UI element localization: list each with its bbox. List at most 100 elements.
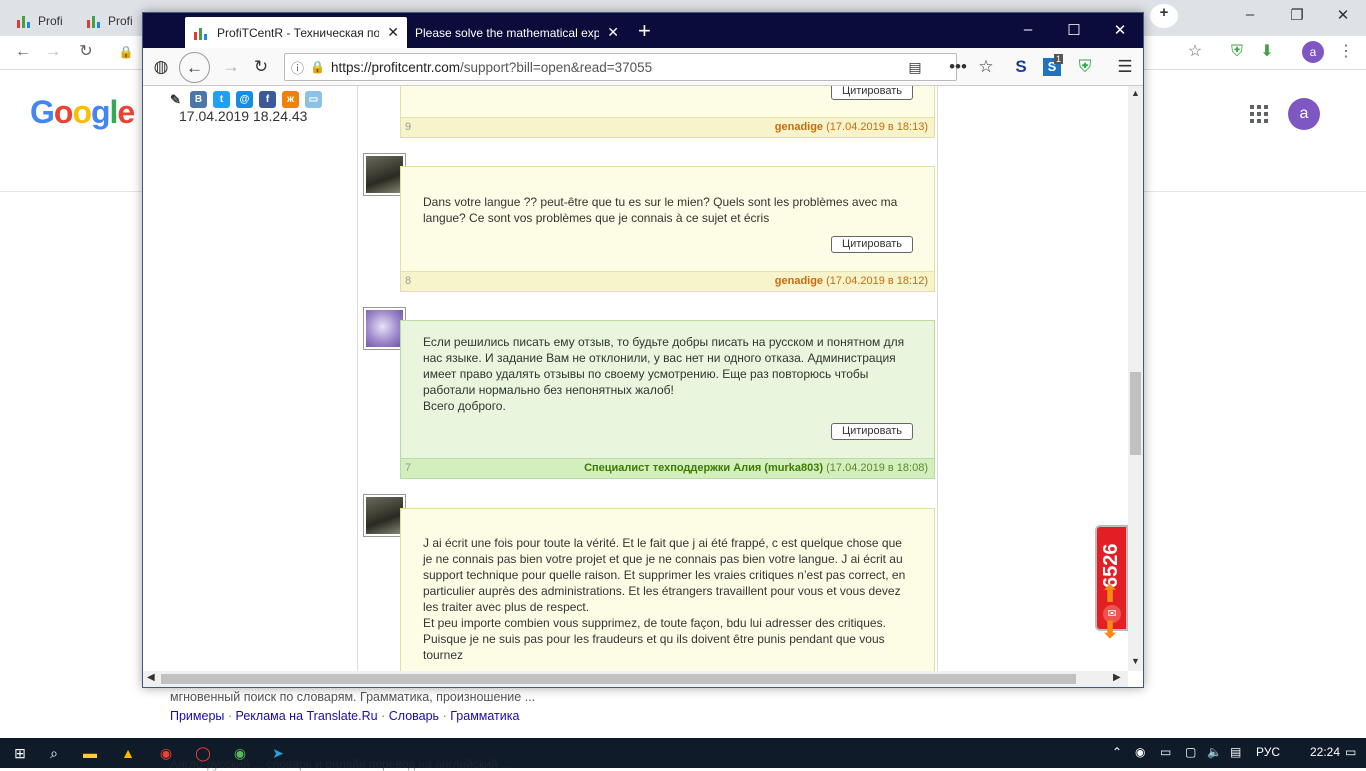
notification-flag-icon[interactable]: ▤ (1230, 745, 1241, 759)
back-button[interactable]: ← (179, 52, 210, 83)
forward-icon[interactable]: → (42, 41, 64, 63)
author-name[interactable]: Специалист техподдержки Алия (murka803) (584, 462, 823, 474)
message-date: (17.04.2019 в 18:12) (826, 275, 928, 287)
minimize-icon[interactable]: – (1240, 6, 1260, 23)
tray-app-icon[interactable]: ◉ (1135, 745, 1145, 759)
menu-icon[interactable]: ⋮ (1335, 41, 1357, 63)
sublink-ads[interactable]: Реклама на Translate.Ru (236, 709, 378, 723)
file-explorer-icon[interactable]: ▬ (80, 743, 100, 763)
shield-extension-icon[interactable]: ⛨ (1073, 55, 1097, 79)
left-column: ✎ В t @ f ж ▭ 17.04.2019 18.24.43 (143, 86, 357, 671)
sublink-separator: · (227, 709, 233, 723)
search-snippet: мгновенный поиск по словарям. Грамматика… (170, 690, 536, 704)
clock[interactable]: 22:24 (1310, 745, 1340, 759)
close-tab-icon[interactable]: ✕ (607, 24, 619, 41)
chrome-profile-avatar[interactable]: a (1302, 41, 1324, 63)
chrome-tab-label: Profi (38, 13, 63, 28)
restore-icon[interactable]: ❐ (1287, 6, 1307, 24)
url-bar[interactable]: ⓘ 🔒 https://profitcentr.com/support?bill… (284, 53, 957, 81)
message-author-line: genadige (17.04.2019 в 18:12) (775, 275, 928, 287)
download-extension-icon[interactable]: ⬇ (1256, 41, 1278, 63)
new-tab-button[interactable]: + (638, 17, 651, 45)
lock-icon: 🔒 (310, 60, 325, 74)
quote-button[interactable]: Цитировать (831, 86, 913, 100)
firefox-tabbar: ProfiTCentR - Техническая поддержка ✕ Pl… (143, 13, 1143, 48)
comment-icon[interactable]: ▭ (305, 91, 322, 108)
new-tab-button[interactable]: + (1150, 4, 1178, 28)
scroll-left-icon[interactable]: ◀ (147, 672, 155, 683)
message-number: 7 (405, 462, 412, 474)
sublink-examples[interactable]: Примеры (170, 709, 224, 723)
twitter-icon[interactable]: t (213, 91, 230, 108)
message-7: Если решились писать ему отзыв, то будьт… (400, 320, 935, 479)
scroll-right-icon[interactable]: ▶ (1113, 672, 1121, 683)
scroll-up-icon[interactable]: ▲ (1131, 88, 1140, 98)
chrome-tab-1[interactable]: Profi (8, 5, 78, 36)
google-logo[interactable]: Google (30, 94, 135, 131)
reader-view-icon[interactable]: ▤ (903, 55, 927, 79)
tray-monitor-icon[interactable]: ▢ (1185, 745, 1196, 759)
shield-extension-icon[interactable]: ⛨ (1226, 41, 1248, 63)
extension-s-icon[interactable]: S (1009, 55, 1033, 79)
tray-network-icon[interactable]: ▭ (1160, 745, 1171, 759)
forward-button[interactable]: → (219, 55, 243, 79)
odnoklassniki-icon[interactable]: ж (282, 91, 299, 108)
sublink-grammar[interactable]: Грамматика (450, 709, 519, 723)
apps-grid-icon[interactable] (1250, 105, 1268, 123)
reload-button[interactable]: ↻ (249, 55, 273, 79)
quote-button[interactable]: Цитировать (831, 236, 913, 253)
message-footer: 9 genadige (17.04.2019 в 18:13) (401, 117, 934, 137)
close-tab-icon[interactable]: ✕ (387, 24, 399, 41)
scroll-up-arrow-icon[interactable]: ⬆ (1099, 580, 1121, 609)
chrome-tab-2[interactable]: Profi (78, 5, 142, 36)
message-number: 9 (405, 121, 412, 133)
tab-title: Please solve the mathematical expression (415, 25, 600, 40)
close-icon[interactable]: ✕ (1333, 6, 1353, 24)
firefox-window: ProfiTCentR - Техническая поддержка ✕ Pl… (142, 12, 1144, 688)
horizontal-scrollbar[interactable]: ◀ ▶ (143, 671, 1128, 687)
minimize-icon[interactable]: – (1018, 21, 1038, 38)
scrollbar-thumb[interactable] (161, 674, 1076, 684)
windows-start-icon[interactable]: ⊞ (10, 743, 30, 763)
tab-profitcentr[interactable]: ProfiTCentR - Техническая поддержка ✕ (185, 17, 407, 48)
maximize-icon[interactable]: ☐ (1064, 21, 1084, 39)
scrollbar-thumb[interactable] (1130, 372, 1141, 455)
vertical-scrollbar[interactable]: ▲ ▼ (1128, 86, 1143, 671)
message-6: J ai écrit une fois pour toute la vérité… (400, 508, 935, 671)
star-icon[interactable]: ☆ (1184, 41, 1206, 63)
message-date: (17.04.2019 в 18:13) (826, 121, 928, 133)
tab-math-captcha[interactable]: Please solve the mathematical expression… (407, 17, 627, 48)
sublink-dictionary[interactable]: Словарь (389, 709, 439, 723)
vk-icon[interactable]: В (190, 91, 207, 108)
facebook-icon[interactable]: f (259, 91, 276, 108)
scroll-down-icon[interactable]: ▼ (1131, 656, 1140, 666)
page-actions-icon[interactable]: ••• (946, 55, 970, 79)
app-icon[interactable]: ▲ (118, 743, 138, 763)
action-center-icon[interactable]: ▭ (1345, 745, 1356, 759)
author-name[interactable]: genadige (775, 275, 823, 287)
info-icon[interactable]: ⓘ (291, 58, 304, 77)
google-profile-avatar[interactable]: a (1288, 98, 1320, 130)
language-indicator[interactable]: РУС (1256, 745, 1280, 759)
search-icon[interactable]: ⌕ (44, 743, 64, 763)
tray-expand-icon[interactable]: ⌃ (1112, 745, 1122, 759)
message-text: Если решились писать ему отзыв, то будьт… (423, 335, 905, 413)
scroll-down-arrow-icon[interactable]: ⬇ (1099, 616, 1121, 645)
firefox-account-icon[interactable]: ◍ (149, 55, 173, 79)
bookmark-star-icon[interactable]: ☆ (974, 55, 998, 79)
cut-off-search-result: Англо-русский ... словарь и онлайн перев… (170, 757, 511, 771)
chart-icon (193, 26, 209, 40)
bookmark-share-icon[interactable]: ✎ (167, 91, 184, 108)
quote-button[interactable]: Цитировать (831, 423, 913, 440)
message-text: Dans votre langue ?? peut-être que tu es… (423, 195, 898, 225)
hamburger-menu-icon[interactable]: ☰ (1113, 55, 1137, 79)
lock-icon: 🔒 (118, 45, 134, 59)
reload-icon[interactable]: ↻ (75, 41, 97, 63)
chrome-tab-label: Profi (108, 13, 133, 28)
back-icon[interactable]: ← (12, 41, 34, 63)
sublink-separator: · (442, 709, 447, 723)
volume-icon[interactable]: 🔈 (1207, 745, 1222, 759)
close-icon[interactable]: ✕ (1110, 21, 1130, 39)
mail-icon[interactable]: @ (236, 91, 253, 108)
author-name[interactable]: genadige (775, 121, 823, 133)
